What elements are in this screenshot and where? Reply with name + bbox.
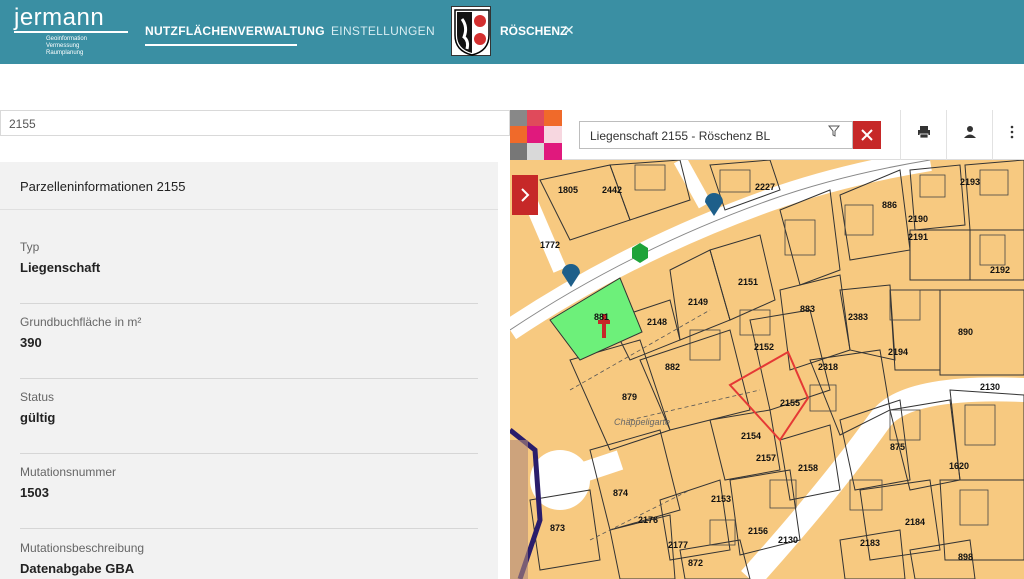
map-label: 2192 (990, 265, 1010, 275)
map-label: 2191 (908, 232, 928, 242)
parcel-info-panel: Parzelleninformationen 2155 Typ Liegensc… (0, 162, 498, 579)
field-label: Mutationsbeschreibung (20, 541, 145, 555)
map-label: 890 (958, 327, 973, 337)
app-header: jermann Geoinformation Vermessung Raumpl… (0, 0, 1024, 64)
map-label: 2227 (755, 182, 775, 192)
parcel-search-input[interactable]: 2155 (0, 110, 510, 136)
town-name: RÖSCHENZ (500, 24, 568, 38)
brand-name: jermann (14, 4, 105, 31)
map-label: 2130 (980, 382, 1000, 392)
field-label: Status (20, 390, 55, 404)
map-label: 1805 (558, 185, 578, 195)
field-typ: Typ Liegenschaft (20, 240, 478, 304)
map-label: 2183 (860, 538, 880, 548)
field-divider (20, 378, 478, 379)
map-label: 2177 (668, 540, 688, 550)
panel-title: Parzelleninformationen 2155 (20, 179, 186, 194)
map-label: 883 (800, 304, 815, 314)
map-label: 2151 (738, 277, 758, 287)
map-label: 2130 (778, 535, 798, 545)
map-search-value: Liegenschaft 2155 - Röschenz BL (590, 129, 771, 143)
field-value: 1503 (20, 485, 49, 500)
map-search-input[interactable]: Liegenschaft 2155 - Röschenz BL (579, 121, 853, 149)
funnel-icon[interactable] (825, 125, 843, 145)
map-label: 881 (594, 312, 609, 322)
field-value: gültig (20, 410, 56, 425)
map-label: 898 (958, 552, 973, 562)
map-label: 2318 (818, 362, 838, 372)
map-label: 2152 (754, 342, 774, 352)
map-label: 2156 (748, 526, 768, 536)
map-label: 2157 (756, 453, 776, 463)
field-divider (20, 303, 478, 304)
map-label: 872 (688, 558, 703, 568)
print-icon[interactable] (912, 122, 936, 146)
map-label: 2148 (647, 317, 667, 327)
map-label: 873 (550, 523, 565, 533)
field-mutationsbeschreibung: Mutationsbeschreibung Datenabgabe GBA (20, 541, 478, 576)
map-label: 2193 (960, 177, 980, 187)
map-label: 2190 (908, 214, 928, 224)
cadastral-map[interactable]: 1805 2442 2227 1772 886 2190 2191 2192 2… (510, 160, 1024, 579)
map-label: 2158 (798, 463, 818, 473)
map-label: 2442 (602, 185, 622, 195)
field-label: Mutationsnummer (20, 465, 117, 479)
map-label: 886 (882, 200, 897, 210)
map-label: Chäppeligarte (614, 417, 670, 427)
field-status: Status gültig (20, 390, 478, 454)
toolbar-divider (946, 110, 947, 160)
map-label: 2154 (741, 431, 761, 441)
nav-nutzflaechenverwaltung[interactable]: NUTZFLÄCHENVERWALTUNG (145, 24, 325, 46)
brand-tagline: Geoinformation Vermessung Raumplanung (46, 36, 88, 56)
field-divider (20, 528, 478, 529)
close-icon[interactable] (853, 121, 881, 149)
more-vert-icon[interactable] (1000, 122, 1024, 146)
map-label: 2155 (780, 398, 800, 408)
user-icon[interactable] (958, 122, 982, 146)
field-label: Typ (20, 240, 40, 254)
field-grundbuchflaeche: Grundbuchfläche in m² 390 (20, 315, 478, 379)
field-value: Datenabgabe GBA (20, 561, 135, 576)
field-label: Grundbuchfläche in m² (20, 315, 142, 329)
map-label: 2149 (688, 297, 708, 307)
map-label: 879 (622, 392, 637, 402)
map-toolbar: Liegenschaft 2155 - Röschenz BL (510, 110, 1024, 160)
map-canvas[interactable]: 1805 2442 2227 1772 886 2190 2191 2192 2… (510, 110, 1024, 579)
panel-divider (0, 209, 498, 210)
geoportal-logo-icon[interactable] (510, 110, 562, 160)
map-label: 2176 (638, 515, 658, 525)
map-label: 1620 (949, 461, 969, 471)
map-label: 2184 (905, 517, 925, 527)
map-label: 874 (613, 488, 628, 498)
jermann-logo[interactable]: jermann Geoinformation Vermessung Raumpl… (14, 4, 128, 56)
close-icon[interactable]: ✕ (563, 22, 575, 39)
chevron-right-icon[interactable] (512, 175, 538, 215)
field-divider (20, 453, 478, 454)
map-label: 2383 (848, 312, 868, 322)
map-label: 875 (890, 442, 905, 452)
map-label: 882 (665, 362, 680, 372)
logo-underline (14, 31, 128, 33)
nav-einstellungen[interactable]: EINSTELLUNGEN (331, 24, 435, 38)
toolbar-divider (900, 110, 901, 160)
field-mutationsnummer: Mutationsnummer 1503 (20, 465, 478, 529)
field-value: 390 (20, 335, 42, 350)
map-label: 2153 (711, 494, 731, 504)
coat-of-arms-icon (451, 6, 491, 56)
map-label: 2194 (888, 347, 908, 357)
map-label: 1772 (540, 240, 560, 250)
toolbar-divider (992, 110, 993, 160)
field-value: Liegenschaft (20, 260, 101, 275)
